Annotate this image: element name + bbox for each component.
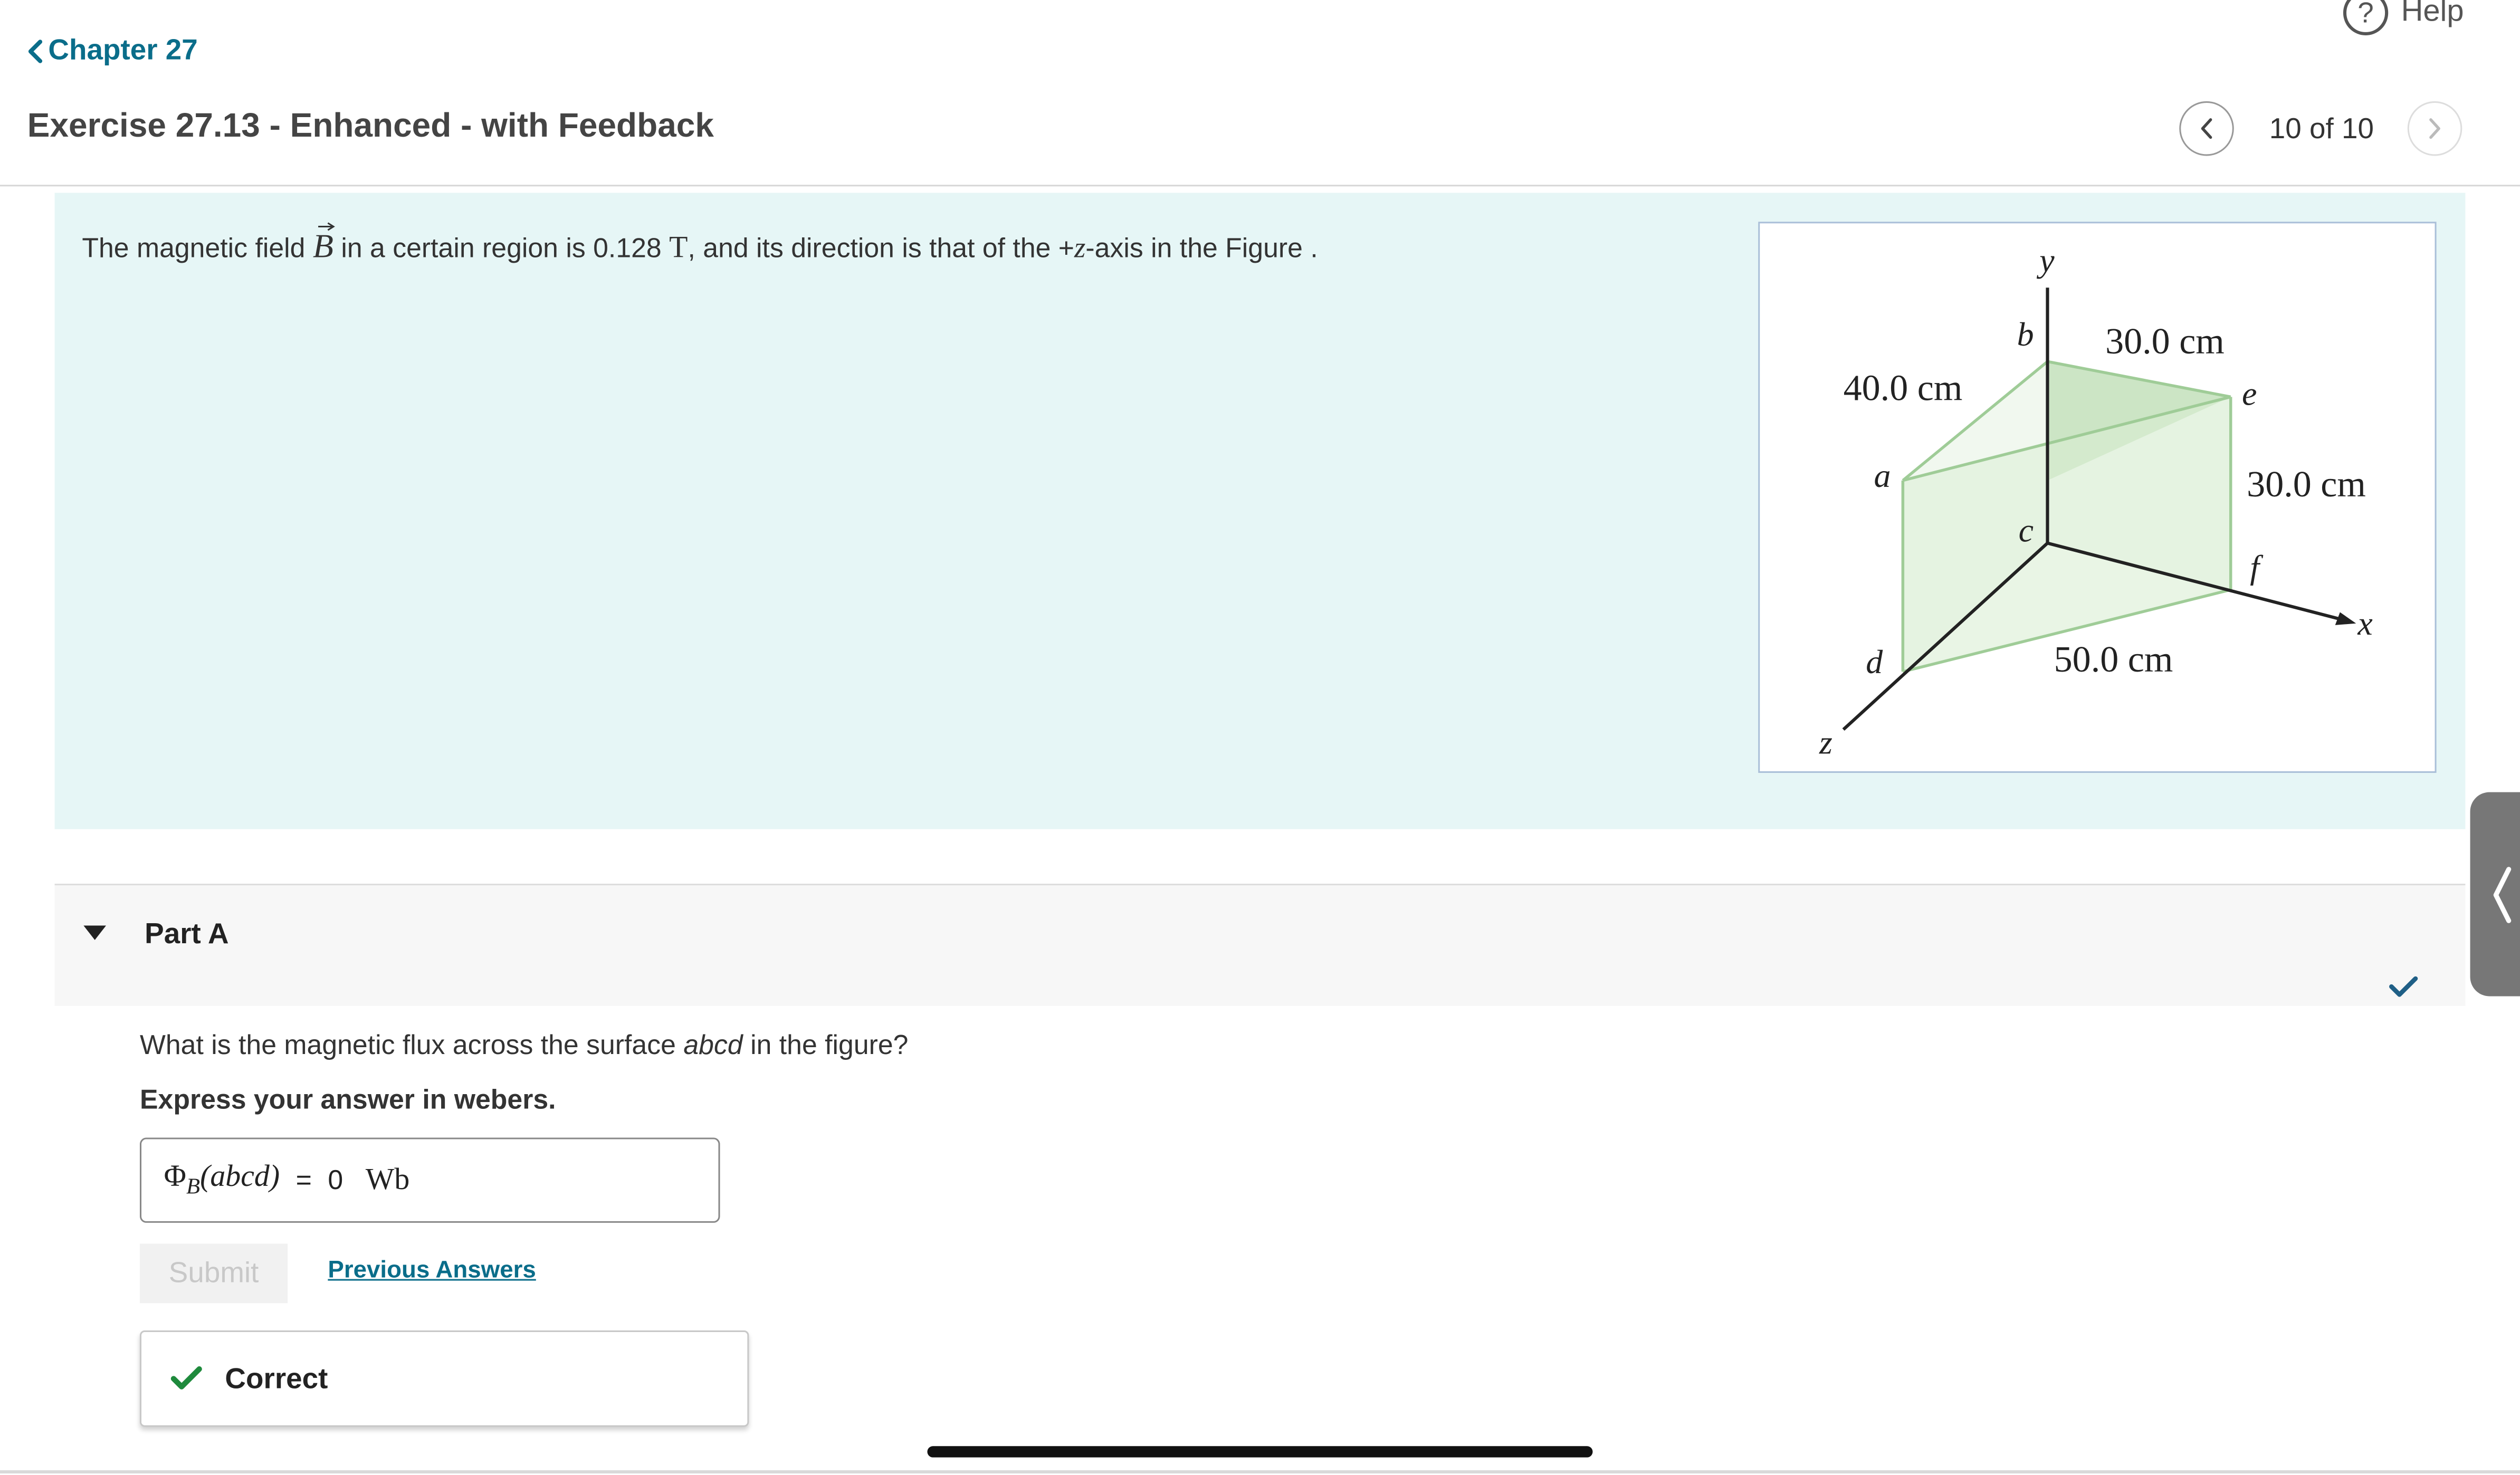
- item-counter: 10 of 10: [2269, 112, 2374, 145]
- vector-b-symbol: B: [313, 222, 335, 266]
- label-dim-bottom: 50.0 cm: [2054, 639, 2173, 680]
- label-f: f: [2250, 549, 2264, 586]
- answer-unit: Wb: [365, 1162, 410, 1196]
- answer-value: 0: [328, 1164, 343, 1195]
- header-divider: [0, 185, 2520, 187]
- label-a: a: [1874, 457, 1891, 494]
- flux-symbol: ΦB(abcd): [164, 1159, 280, 1200]
- page-title: Exercise 27.13 - Enhanced - with Feedbac…: [27, 108, 714, 145]
- help-label: Help: [2401, 0, 2464, 29]
- label-y: y: [2036, 242, 2055, 279]
- question-text: What is the magnetic flux across the sur…: [139, 1030, 909, 1061]
- bottom-divider: [0, 1470, 2520, 1474]
- chevron-left-icon: [2493, 866, 2512, 923]
- problem-statement-text: The magnetic field B in a certain region…: [82, 222, 1318, 266]
- chevron-left-icon: [2201, 118, 2212, 139]
- label-dim-top: 30.0 cm: [2105, 321, 2225, 362]
- home-indicator[interactable]: [927, 1446, 1593, 1458]
- previous-item-button[interactable]: [2179, 101, 2234, 156]
- completed-check-icon: [2389, 976, 2418, 997]
- chevron-right-icon: [2429, 118, 2440, 139]
- feedback-label: Correct: [225, 1362, 328, 1394]
- answer-instruction: Express your answer in webers.: [139, 1084, 556, 1115]
- help-button[interactable]: ? Help: [2343, 0, 2464, 36]
- submit-button[interactable]: Submit: [139, 1243, 288, 1304]
- label-d: d: [1866, 643, 1883, 681]
- label-dim-right: 30.0 cm: [2247, 464, 2366, 505]
- collapse-triangle-icon[interactable]: [83, 925, 107, 940]
- correct-feedback: Correct: [139, 1330, 749, 1427]
- label-x: x: [2357, 605, 2372, 642]
- previous-answers-link[interactable]: Previous Answers: [328, 1257, 536, 1284]
- vector-arrow-icon: [317, 222, 335, 231]
- label-dim-left: 40.0 cm: [1844, 368, 1963, 408]
- problem-figure: y b 30.0 cm 40.0 cm e a c 30.0 cm f x d …: [1758, 222, 2437, 773]
- back-link-label: Chapter 27: [48, 33, 198, 66]
- back-to-chapter-link[interactable]: Chapter 27: [26, 34, 198, 68]
- label-e: e: [2242, 375, 2257, 413]
- part-a-header[interactable]: [54, 885, 2466, 1006]
- next-item-button[interactable]: [2407, 101, 2462, 156]
- side-panel-toggle[interactable]: [2470, 792, 2520, 997]
- label-b: b: [2017, 315, 2034, 353]
- green-check-icon: [170, 1366, 202, 1390]
- wedge-diagram: y b 30.0 cm 40.0 cm e a c 30.0 cm f x d …: [1819, 242, 2373, 761]
- x-axis-arrowhead: [2335, 612, 2356, 625]
- equals-sign: =: [295, 1164, 312, 1195]
- answer-field[interactable]: ΦB(abcd) = 0 Wb: [139, 1137, 720, 1223]
- label-c: c: [2019, 511, 2034, 549]
- help-icon: ?: [2343, 0, 2389, 36]
- part-a-title: Part A: [145, 917, 229, 950]
- label-z: z: [1819, 724, 1832, 761]
- chevron-left-icon: [28, 39, 43, 63]
